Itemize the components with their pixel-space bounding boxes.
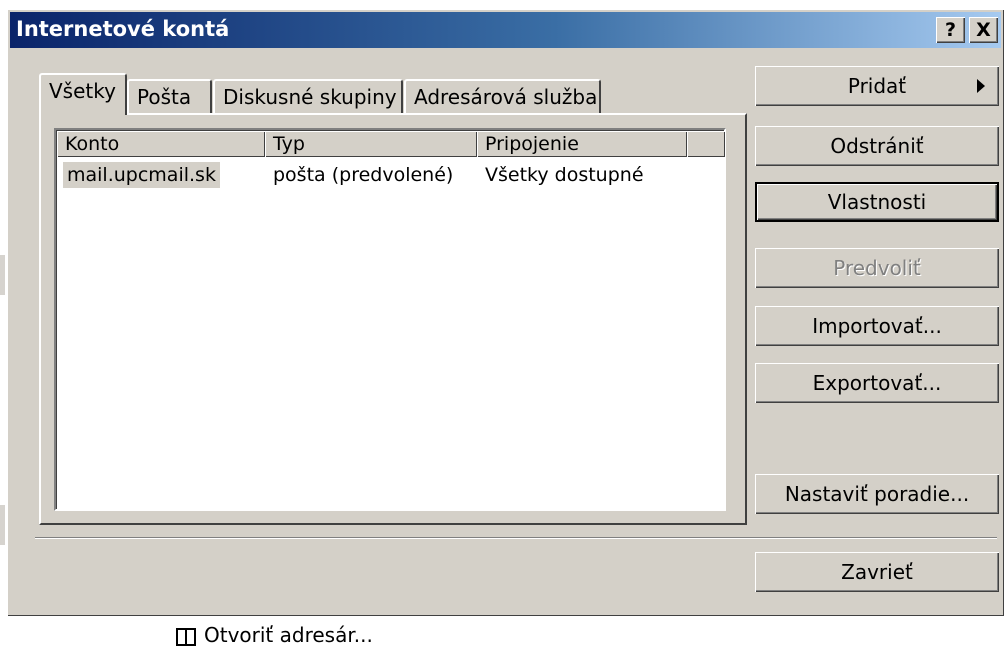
type-cell: pošta (predvolené) (273, 164, 454, 186)
export-button[interactable]: Exportovať... (755, 363, 999, 403)
list-header: Konto Typ Pripojenie (57, 131, 725, 157)
close-button[interactable]: Zavrieť (755, 552, 999, 592)
accounts-list[interactable]: Konto Typ Pripojenie mail.upcmail.sk poš… (54, 128, 726, 511)
connection-cell: Všetky dostupné (485, 164, 644, 186)
dialog-separator (35, 537, 997, 539)
title-bar[interactable]: Internetové kontá ? X (10, 12, 1001, 48)
close-window-button[interactable]: X (969, 17, 998, 43)
tab-newsgroups-label: Diskusné skupiny (223, 85, 397, 109)
add-button[interactable]: Pridať (755, 66, 999, 106)
open-address-book-label: Otvoriť adresár... (204, 623, 373, 647)
column-header-filler (687, 131, 725, 157)
tab-mail[interactable]: Pošta (127, 79, 212, 113)
tab-directory-service[interactable]: Adresárová služba (404, 79, 601, 113)
set-order-button[interactable]: Nastaviť poradie... (755, 474, 999, 514)
open-address-book-link[interactable]: Otvoriť adresár... (176, 622, 373, 648)
submenu-arrow-icon (977, 79, 985, 93)
tab-directory-service-label: Adresárová služba (414, 85, 598, 109)
tab-newsgroups[interactable]: Diskusné skupiny (213, 79, 403, 113)
tab-all-label: Všetky (49, 79, 116, 103)
tab-panel: Konto Typ Pripojenie mail.upcmail.sk poš… (39, 113, 747, 525)
add-button-label: Pridať (847, 74, 907, 98)
tab-mail-label: Pošta (137, 85, 192, 109)
help-button[interactable]: ? (936, 17, 965, 43)
import-button[interactable]: Importovať... (755, 306, 999, 346)
tab-all[interactable]: Všetky (39, 73, 127, 115)
internet-accounts-dialog: Internetové kontá ? X Všetky Pošta Disku… (7, 9, 1004, 616)
column-header-type[interactable]: Typ (265, 131, 477, 157)
column-header-account[interactable]: Konto (57, 131, 265, 157)
table-row[interactable]: mail.upcmail.sk pošta (predvolené) Všetk… (57, 162, 725, 188)
left-edge-mark (0, 505, 5, 545)
left-edge-mark (0, 255, 5, 295)
properties-button[interactable]: Vlastnosti (755, 182, 999, 222)
set-default-button[interactable]: Predvoliť (755, 248, 999, 288)
window-title: Internetové kontá (16, 17, 230, 41)
remove-button[interactable]: Odstrániť (755, 126, 999, 166)
account-cell[interactable]: mail.upcmail.sk (63, 162, 220, 188)
column-header-connection[interactable]: Pripojenie (477, 131, 687, 157)
address-book-icon (176, 627, 196, 646)
